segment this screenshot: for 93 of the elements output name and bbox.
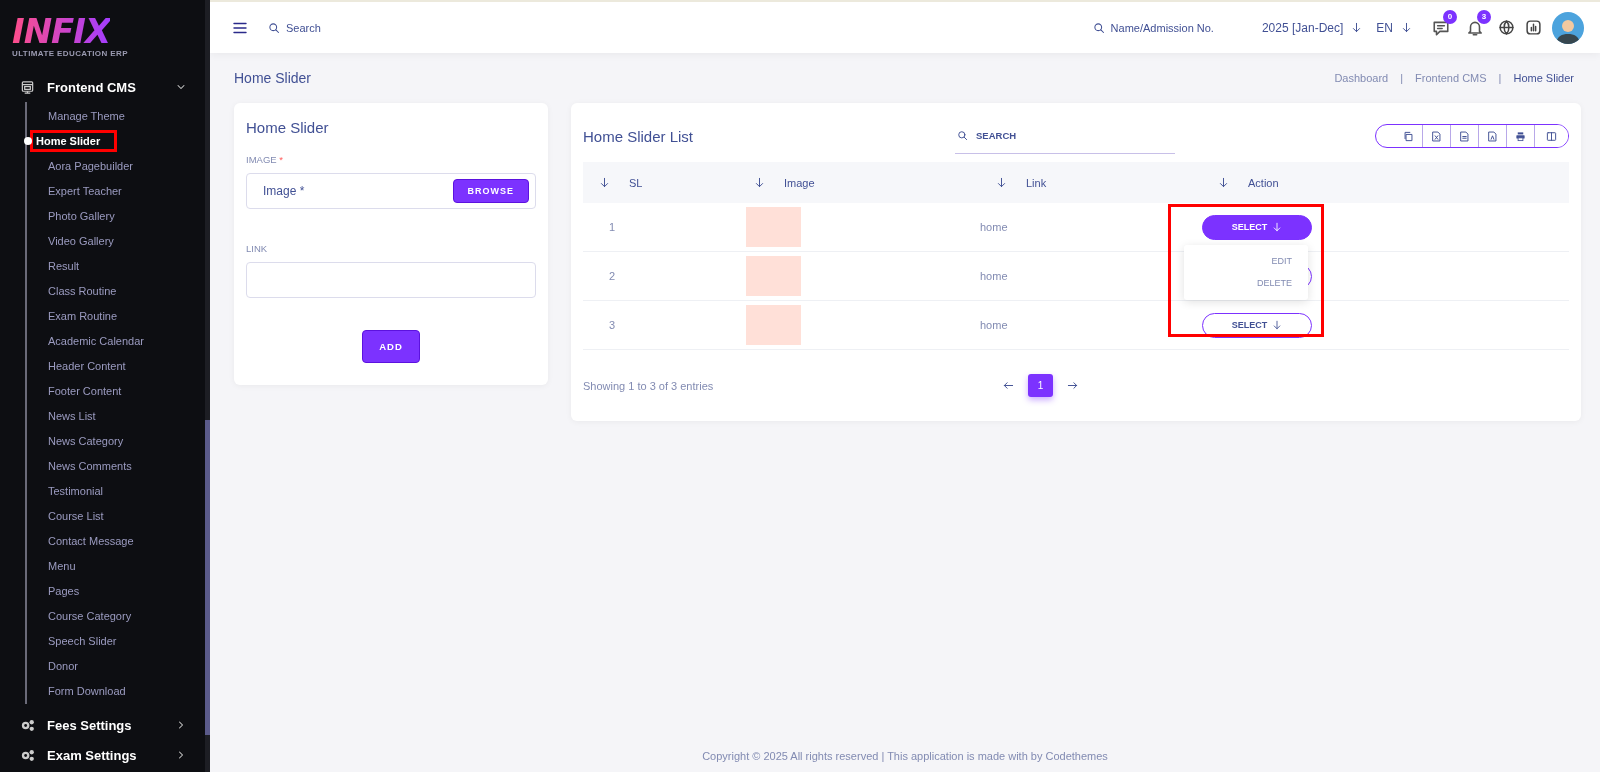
- dropdown-option[interactable]: DELETE: [1249, 276, 1308, 290]
- language-dropdown[interactable]: EN: [1376, 20, 1393, 35]
- dropdown-option[interactable]: EDIT: [1263, 254, 1308, 268]
- sidebar-item[interactable]: Course Category: [41, 604, 139, 627]
- arrow-left-icon: [1003, 380, 1014, 391]
- sidebar-group[interactable]: Frontend CMS: [0, 72, 205, 102]
- search-field[interactable]: Search: [286, 21, 321, 34]
- export-button[interactable]: [1534, 125, 1568, 147]
- table-cell-text: 3: [608, 319, 617, 331]
- banner-thumbnail: [746, 256, 801, 296]
- globe-icon: [1498, 19, 1515, 36]
- sidebar-item[interactable]: News Comments: [41, 454, 139, 477]
- document-icon: [1459, 130, 1470, 142]
- sidebar-group[interactable]: Fees Settings: [0, 710, 205, 740]
- sidebar-item[interactable]: Class Routine: [41, 279, 124, 302]
- chart-icon: [1525, 19, 1542, 36]
- sidebar-item[interactable]: Manage Theme: [41, 104, 132, 127]
- count-badge: 3: [1477, 9, 1491, 24]
- column-header[interactable]: Link: [1010, 176, 1047, 189]
- sidebar-item[interactable]: Exam Routine: [41, 304, 125, 327]
- sidebar-item[interactable]: Header Content: [41, 354, 133, 377]
- sidebar-item[interactable]: Footer Content: [41, 379, 129, 402]
- copy-icon: [1402, 130, 1414, 142]
- select-button[interactable]: SELECT: [1202, 214, 1312, 240]
- sidebar-item[interactable]: Expert Teacher: [41, 179, 129, 202]
- student-search-field[interactable]: Name/Admission No.: [1110, 21, 1214, 34]
- gears-icon: [20, 717, 35, 733]
- scrollbar-thumb[interactable]: [205, 420, 210, 735]
- print-icon: [1515, 130, 1526, 142]
- sidebar-item[interactable]: Speech Slider: [41, 629, 124, 652]
- excel-file-icon: [1431, 130, 1442, 142]
- table-search-field[interactable]: SEARCH: [976, 130, 1017, 141]
- table-cell-text: home: [980, 319, 1009, 331]
- sidebar-item[interactable]: Academic Calendar: [41, 329, 151, 352]
- breadcrumb-separator: |: [1498, 72, 1502, 84]
- arrow-down-icon: [996, 177, 1007, 188]
- arrow-down-icon: [1351, 22, 1363, 33]
- page-button[interactable]: 1: [1028, 374, 1053, 397]
- card-title: Home Slider List: [583, 127, 695, 145]
- breadcrumb-link[interactable]: Home Slider: [1513, 72, 1574, 84]
- sidebar-item[interactable]: Result: [41, 254, 87, 277]
- logo-subtitle: ULTIMATE EDUCATION ERP: [12, 49, 128, 58]
- link-input[interactable]: [246, 262, 536, 298]
- search-icon: [1092, 21, 1105, 34]
- arrow-down-icon: [1272, 320, 1283, 330]
- search-icon: [268, 21, 280, 34]
- banner-thumbnail: [746, 207, 801, 247]
- breadcrumb-separator: |: [1400, 72, 1404, 84]
- add-button[interactable]: ADD: [362, 330, 420, 363]
- sidebar-item[interactable]: Photo Gallery: [41, 204, 122, 227]
- columns-icon: [1546, 130, 1557, 142]
- arrow-down-icon: [1401, 22, 1412, 33]
- table-cell-text: home: [980, 270, 1009, 282]
- arrow-right-icon: [1067, 380, 1078, 391]
- avatar-icon[interactable]: [1552, 11, 1584, 44]
- sidebar-item[interactable]: Testimonial: [41, 479, 111, 502]
- sidebar-item[interactable]: Form Download: [41, 679, 133, 702]
- sidebar-item[interactable]: Aora Pagebuilder: [41, 154, 140, 177]
- sidebar-item[interactable]: News Category: [41, 429, 131, 452]
- entries-info: Showing 1 to 3 of 3 entries: [583, 379, 715, 392]
- footer-text: Copyright © 2025 All rights reserved | This application is made with by Codethemes: [701, 750, 1109, 764]
- card-title: Home Slider: [246, 119, 330, 136]
- gears-icon: [20, 747, 35, 763]
- table-cell-text: 2: [608, 270, 617, 282]
- sidebar-item[interactable]: Video Gallery: [41, 229, 121, 252]
- sidebar-item[interactable]: News List: [41, 404, 103, 427]
- field-label: IMAGE *: [246, 154, 284, 165]
- arrow-down-icon: [1272, 222, 1283, 232]
- column-header[interactable]: Image: [768, 176, 815, 189]
- highlighted-menu-item[interactable]: Home Slider: [30, 129, 118, 152]
- monitor-icon: [20, 79, 35, 95]
- sidebar-item[interactable]: Menu: [41, 554, 83, 577]
- banner-thumbnail: [746, 305, 801, 345]
- sidebar-item[interactable]: Pages: [41, 579, 87, 602]
- search-icon: [957, 130, 968, 141]
- page-title: Home Slider: [234, 70, 312, 86]
- column-header[interactable]: SL: [613, 176, 643, 189]
- table-cell-text: 1: [608, 221, 617, 233]
- count-badge: 0: [1443, 9, 1457, 24]
- session-dropdown[interactable]: 2025 [Jan-Dec]: [1261, 20, 1344, 35]
- sidebar-item[interactable]: Donor: [41, 654, 85, 677]
- image-field[interactable]: Image *: [263, 184, 305, 198]
- table-cell-text: home: [980, 221, 1009, 233]
- field-label: LINK: [246, 243, 269, 254]
- sidebar-item[interactable]: Course List: [41, 504, 111, 527]
- pdf-file-icon: [1487, 130, 1498, 142]
- column-header[interactable]: Action: [1232, 176, 1279, 189]
- sidebar-item[interactable]: Contact Message: [41, 529, 141, 552]
- browse-button[interactable]: BROWSE: [452, 179, 529, 203]
- arrow-down-icon: [754, 177, 765, 188]
- arrow-down-icon: [1218, 177, 1229, 188]
- sidebar-group[interactable]: Exam Settings: [0, 740, 205, 770]
- arrow-down-icon: [599, 177, 610, 188]
